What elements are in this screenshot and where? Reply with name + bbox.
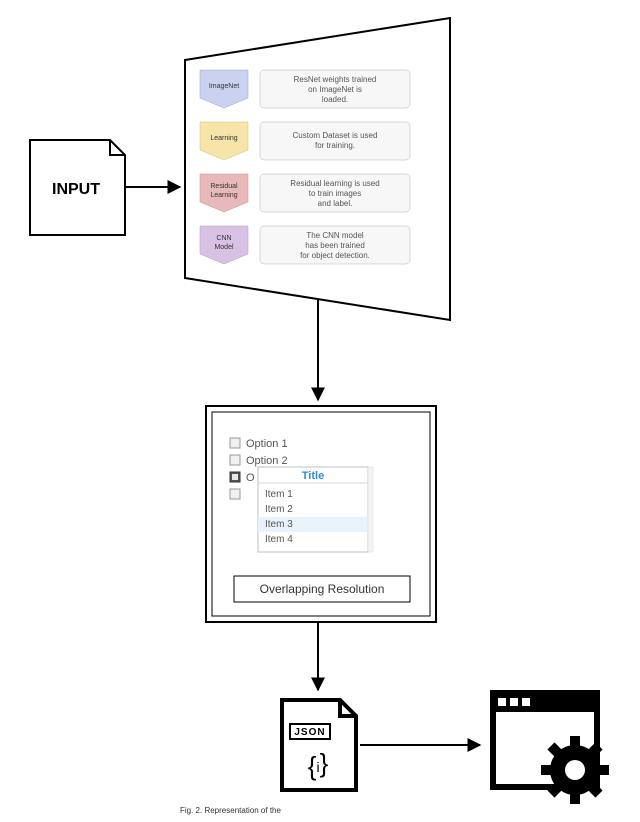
svg-text:ResNet weights trained: ResNet weights trained <box>294 75 377 84</box>
svg-text:Residual learning is used: Residual learning is used <box>290 179 379 188</box>
input-label: INPUT <box>52 181 100 198</box>
svg-text:to train images: to train images <box>309 189 361 198</box>
svg-text:Option 1: Option 1 <box>246 438 288 450</box>
option-1[interactable]: Option 1 <box>230 438 288 450</box>
model-trapezoid: ImageNet ResNet weights trained on Image… <box>185 18 450 320</box>
diagram-canvas: INPUT ImageNet ResNet weights trained on… <box>0 0 640 822</box>
svg-text:Learning: Learning <box>210 192 237 199</box>
stage-cnn: CNN Model The CNN model has been trained… <box>200 226 410 264</box>
svg-text:Residual: Residual <box>210 183 238 190</box>
svg-text:JSON: JSON <box>294 727 325 738</box>
svg-text:Overlapping Resolution: Overlapping Resolution <box>260 582 385 596</box>
option-2[interactable]: Option 2 <box>230 455 288 467</box>
svg-text:has been trained: has been trained <box>305 241 365 250</box>
dropdown-item-1[interactable]: Item 1 <box>265 489 293 500</box>
svg-text:loaded.: loaded. <box>322 95 348 104</box>
svg-text:Item 2: Item 2 <box>265 504 293 515</box>
svg-text:Custom Dataset is used: Custom Dataset is used <box>293 131 378 140</box>
svg-text:for training.: for training. <box>315 141 355 150</box>
svg-text:on ImageNet is: on ImageNet is <box>308 85 362 94</box>
svg-text:for object detection.: for object detection. <box>300 251 370 260</box>
resolution-panel: Option 1 Option 2 O Title <box>206 406 436 622</box>
svg-text:Item 1: Item 1 <box>265 489 293 500</box>
gear-icon <box>541 736 609 804</box>
svg-text:Option 2: Option 2 <box>246 455 288 467</box>
svg-text:The CNN model: The CNN model <box>306 231 364 240</box>
svg-text:Model: Model <box>214 244 234 251</box>
dropdown-item-4[interactable]: Item 4 <box>265 534 293 545</box>
svg-text:Item 3: Item 3 <box>265 519 293 530</box>
svg-text:CNN: CNN <box>216 235 231 242</box>
svg-text:and label.: and label. <box>318 199 353 208</box>
dropdown-menu: Title Item 1 Item 2 Item 3 Item 4 <box>258 467 373 552</box>
svg-text:Item 4: Item 4 <box>265 534 293 545</box>
svg-text:O: O <box>246 472 255 484</box>
app-window-icon <box>490 690 609 804</box>
svg-text:ImageNet: ImageNet <box>209 83 239 90</box>
json-file-icon: JSON {i} <box>282 700 356 790</box>
svg-text:Learning: Learning <box>210 135 237 142</box>
dropdown-item-3[interactable]: Item 3 <box>258 517 368 532</box>
overlap-box: Overlapping Resolution <box>234 576 410 602</box>
stage-imagenet: ImageNet ResNet weights trained on Image… <box>200 70 410 108</box>
stage-residual: Residual Learning Residual learning is u… <box>200 174 410 212</box>
option-4[interactable] <box>230 489 240 499</box>
figure-caption: Fig. 2. Representation of the <box>180 806 282 815</box>
stage-learning: Learning Custom Dataset is used for trai… <box>200 122 410 160</box>
dropdown-title: Title <box>302 470 324 482</box>
dropdown-item-2[interactable]: Item 2 <box>265 504 293 515</box>
input-block: INPUT <box>30 140 125 235</box>
